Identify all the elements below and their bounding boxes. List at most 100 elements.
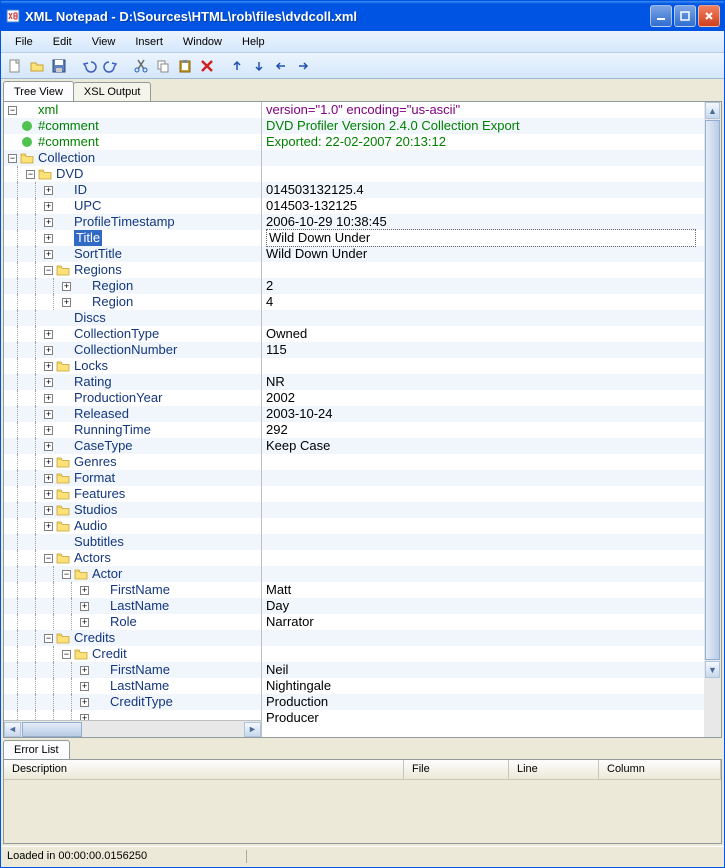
expand-icon[interactable]: − bbox=[44, 554, 53, 563]
node-value[interactable]: 014503132125.4 bbox=[262, 182, 704, 198]
node-value[interactable]: NR bbox=[262, 374, 704, 390]
tree-node[interactable]: +Released bbox=[4, 406, 261, 422]
scroll-right-icon[interactable]: ► bbox=[244, 722, 261, 737]
tree-node[interactable]: + Title bbox=[4, 230, 261, 246]
tree-node[interactable]: Subtitles bbox=[4, 534, 261, 550]
node-name[interactable]: DVD bbox=[56, 166, 83, 182]
tree-node[interactable]: − DVD bbox=[4, 166, 261, 182]
close-button[interactable] bbox=[698, 5, 720, 27]
node-name[interactable]: ProductionYear bbox=[74, 390, 162, 406]
node-value[interactable] bbox=[262, 166, 704, 182]
expand-icon[interactable]: + bbox=[44, 394, 53, 403]
node-value[interactable] bbox=[262, 646, 704, 662]
delete-icon[interactable] bbox=[197, 56, 217, 76]
expand-icon[interactable]: + bbox=[80, 586, 89, 595]
node-name[interactable]: FirstName bbox=[110, 582, 170, 598]
tree-pane[interactable]: −xml#comment#comment−Collection−DVD+ID+U… bbox=[4, 102, 262, 737]
node-value[interactable]: 2003-10-24 bbox=[262, 406, 704, 422]
expand-icon[interactable]: + bbox=[44, 442, 53, 451]
tree-node[interactable]: +Genres bbox=[4, 454, 261, 470]
node-value[interactable]: 2002 bbox=[262, 390, 704, 406]
node-value[interactable]: Exported: 22-02-2007 20:13:12 bbox=[262, 134, 704, 150]
node-value[interactable]: Neil bbox=[262, 662, 704, 678]
node-name[interactable]: Features bbox=[74, 486, 125, 502]
node-name[interactable]: Rating bbox=[74, 374, 112, 390]
node-name[interactable]: CaseType bbox=[74, 438, 133, 454]
expand-icon[interactable]: + bbox=[44, 202, 53, 211]
scroll-left-icon[interactable]: ◄ bbox=[4, 722, 21, 737]
node-name[interactable]: Locks bbox=[74, 358, 108, 374]
error-list[interactable]: Description File Line Column bbox=[3, 759, 722, 844]
node-name[interactable]: RunningTime bbox=[74, 422, 151, 438]
tree-node[interactable]: +RunningTime bbox=[4, 422, 261, 438]
node-name[interactable]: ID bbox=[74, 182, 87, 198]
expand-icon[interactable]: − bbox=[44, 634, 53, 643]
tree-node[interactable]: Discs bbox=[4, 310, 261, 326]
tree-node[interactable]: + Region bbox=[4, 294, 261, 310]
node-name[interactable]: Region bbox=[92, 278, 133, 294]
menu-help[interactable]: Help bbox=[232, 34, 275, 50]
expand-icon[interactable]: − bbox=[26, 170, 35, 179]
tree-node[interactable]: #comment bbox=[4, 134, 261, 150]
node-name[interactable]: Collection bbox=[38, 150, 95, 166]
tree-node[interactable]: + Rating bbox=[4, 374, 261, 390]
menu-file[interactable]: File bbox=[5, 34, 43, 50]
node-value[interactable] bbox=[262, 310, 704, 326]
node-value[interactable]: Producer bbox=[262, 710, 704, 726]
node-value[interactable]: Keep Case bbox=[262, 438, 704, 454]
tree-node[interactable]: +CollectionNumber bbox=[4, 342, 261, 358]
node-name[interactable]: Discs bbox=[74, 310, 106, 326]
node-value[interactable]: 4 bbox=[262, 294, 704, 310]
expand-icon[interactable]: + bbox=[62, 298, 71, 307]
nudge-left-icon[interactable] bbox=[271, 56, 291, 76]
tree-node[interactable]: +ID bbox=[4, 182, 261, 198]
node-name[interactable]: Studios bbox=[74, 502, 117, 518]
undo-icon[interactable] bbox=[79, 56, 99, 76]
col-column[interactable]: Column bbox=[599, 760, 721, 779]
node-value[interactable]: Day bbox=[262, 598, 704, 614]
node-name[interactable]: CollectionType bbox=[74, 326, 159, 342]
node-name[interactable]: Region bbox=[92, 294, 133, 310]
node-name[interactable]: Actor bbox=[92, 566, 122, 582]
node-value[interactable] bbox=[262, 486, 704, 502]
minimize-button[interactable] bbox=[650, 5, 672, 27]
tree-node[interactable]: + FirstName bbox=[4, 662, 261, 678]
tree-node[interactable]: + Studios bbox=[4, 502, 261, 518]
expand-icon[interactable]: + bbox=[44, 378, 53, 387]
paste-icon[interactable] bbox=[175, 56, 195, 76]
nudge-right-icon[interactable] bbox=[293, 56, 313, 76]
tree-hscroll[interactable]: ◄ ► bbox=[4, 720, 261, 737]
node-name[interactable]: Title bbox=[74, 230, 102, 246]
maximize-button[interactable] bbox=[674, 5, 696, 27]
nudge-up-icon[interactable] bbox=[227, 56, 247, 76]
expand-icon[interactable]: + bbox=[62, 282, 71, 291]
expand-icon[interactable]: + bbox=[44, 330, 53, 339]
nudge-down-icon[interactable] bbox=[249, 56, 269, 76]
node-value[interactable]: Matt bbox=[262, 582, 704, 598]
expand-icon[interactable]: − bbox=[62, 650, 71, 659]
node-name[interactable]: LastName bbox=[110, 678, 169, 694]
node-name[interactable]: Regions bbox=[74, 262, 122, 278]
expand-icon[interactable]: + bbox=[80, 602, 89, 611]
expand-icon[interactable]: + bbox=[44, 474, 53, 483]
tree-node[interactable]: + LastName bbox=[4, 678, 261, 694]
expand-icon[interactable]: + bbox=[44, 506, 53, 515]
tree-node[interactable]: +UPC bbox=[4, 198, 261, 214]
expand-icon[interactable]: + bbox=[80, 666, 89, 675]
expand-icon[interactable]: + bbox=[80, 682, 89, 691]
tree-node[interactable]: −Actors bbox=[4, 550, 261, 566]
save-icon[interactable] bbox=[49, 56, 69, 76]
tree-node[interactable]: +SortTitle bbox=[4, 246, 261, 262]
node-name[interactable]: #comment bbox=[38, 118, 99, 134]
expand-icon[interactable]: − bbox=[62, 570, 71, 579]
node-name[interactable]: CollectionNumber bbox=[74, 342, 177, 358]
tree-node[interactable]: + LastName bbox=[4, 598, 261, 614]
node-name[interactable]: LastName bbox=[110, 598, 169, 614]
node-name[interactable]: FirstName bbox=[110, 662, 170, 678]
expand-icon[interactable]: + bbox=[44, 234, 53, 243]
menu-insert[interactable]: Insert bbox=[125, 34, 173, 50]
tree-node[interactable]: +CreditType bbox=[4, 694, 261, 710]
node-value[interactable]: DVD Profiler Version 2.4.0 Collection Ex… bbox=[262, 118, 704, 134]
scroll-up-icon[interactable]: ▲ bbox=[705, 102, 720, 119]
expand-icon[interactable]: + bbox=[44, 458, 53, 467]
